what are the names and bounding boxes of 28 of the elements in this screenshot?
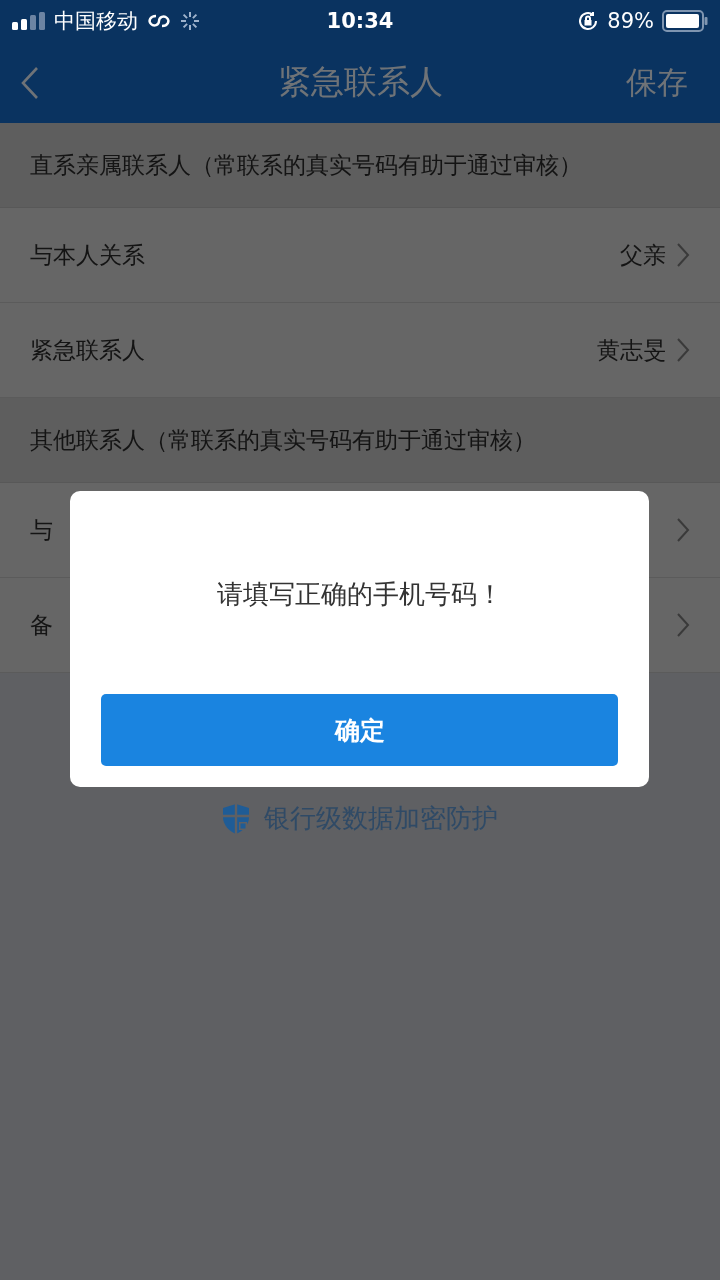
alert-message: 请填写正确的手机号码！: [216, 578, 503, 611]
page-title: 紧急联系人: [277, 62, 443, 101]
list-row[interactable]: 与本人关系 父亲: [0, 208, 720, 303]
row-value: 黄志旻: [597, 335, 666, 365]
clock-time: 10:34: [326, 9, 394, 33]
row-label: 紧急联系人: [30, 335, 145, 365]
row-label: 与本人关系: [30, 240, 145, 270]
back-icon[interactable]: [20, 65, 40, 100]
signal-icon: [12, 12, 46, 30]
row-label: 与: [30, 515, 53, 545]
save-button[interactable]: 保存: [626, 61, 688, 104]
section-header: 直系亲属联系人（常联系的真实号码有助于通过审核）: [30, 150, 582, 180]
section-header: 其他联系人（常联系的真实号码有助于通过审核）: [30, 425, 536, 455]
shield-icon: [222, 802, 250, 835]
battery-percent: 89%: [607, 9, 654, 33]
row-value: 父亲: [620, 240, 666, 270]
chevron-icon: [676, 337, 690, 363]
battery-icon: [662, 10, 708, 32]
chevron-icon: [676, 612, 690, 638]
rotation-lock-icon: [577, 10, 600, 32]
list-row[interactable]: 紧急联系人 黄志旻: [0, 303, 720, 398]
confirm-button[interactable]: 确定: [101, 694, 618, 766]
link-icon: [146, 12, 172, 30]
row-label: 备: [30, 610, 53, 640]
loading-icon: [180, 11, 200, 31]
chevron-icon: [676, 517, 690, 543]
carrier-name: 中国移动: [54, 8, 138, 35]
chevron-icon: [676, 242, 690, 268]
